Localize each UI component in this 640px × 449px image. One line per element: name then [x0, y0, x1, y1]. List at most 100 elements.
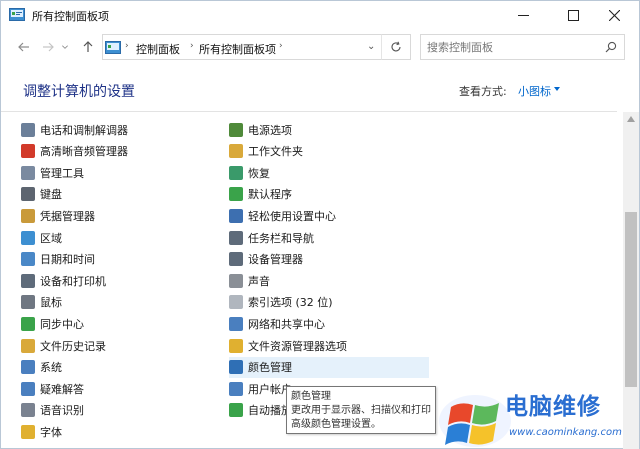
control-panel-small-icon [105, 41, 121, 54]
control-panel-icon [9, 8, 25, 21]
control-panel-item[interactable]: 电源选项 [229, 119, 429, 140]
watermark-text: 电脑维修 [505, 394, 601, 420]
control-panel-item[interactable]: 同步中心 [21, 313, 211, 334]
breadcrumb-all-items[interactable]: 所有控制面板项 [199, 41, 276, 57]
arrow-left-icon [18, 42, 29, 52]
caret-down-icon[interactable] [554, 87, 560, 91]
breadcrumb-separator-icon[interactable]: › [279, 41, 283, 51]
view-by-label: 查看方式: [459, 85, 507, 98]
scroll-up-button[interactable] [623, 112, 639, 126]
control-panel-item-label: 文件资源管理器选项 [248, 339, 347, 353]
minimize-button[interactable] [500, 1, 546, 29]
phone-modem-icon [21, 122, 35, 137]
header-divider [1, 111, 617, 112]
control-panel-item-label: 任务栏和导航 [248, 231, 314, 245]
control-panel-item-label: 设备管理器 [248, 253, 303, 267]
control-panel-item[interactable]: 区域 [21, 227, 211, 248]
control-panel-item[interactable]: 疑难解答 [21, 378, 211, 399]
control-panel-item[interactable]: 凭据管理器 [21, 205, 211, 226]
navigation-bar: › 控制面板 › 所有控制面板项 › ⌄ [1, 29, 639, 65]
control-panel-item-label: 键盘 [40, 188, 62, 202]
control-panel-item[interactable]: 语音识别 [21, 400, 211, 421]
recovery-icon [229, 165, 243, 180]
control-panel-item[interactable]: 字体 [21, 421, 211, 442]
control-panel-item[interactable]: 文件历史记录 [21, 335, 211, 356]
arrow-up-icon [83, 41, 93, 52]
control-panel-item[interactable]: 设备管理器 [229, 249, 429, 270]
control-panel-item-label: 文件历史记录 [40, 339, 106, 353]
arrow-right-icon [43, 42, 54, 52]
control-panel-item-label: 默认程序 [248, 188, 292, 202]
control-panel-item-label: 网络和共享中心 [248, 317, 325, 331]
control-panel-item[interactable]: 日期和时间 [21, 249, 211, 270]
admin-tools-icon [21, 165, 35, 180]
scrollbar-thumb[interactable] [625, 212, 637, 387]
mouse-icon [21, 295, 35, 310]
realtek-audio-icon [21, 144, 35, 159]
control-panel-item-label: 工作文件夹 [248, 145, 303, 159]
close-button[interactable] [591, 1, 637, 29]
control-panel-item[interactable]: 任务栏和导航 [229, 227, 429, 248]
control-panel-item-label: 同步中心 [40, 317, 84, 331]
control-panel-item[interactable]: 设备和打印机 [21, 270, 211, 291]
view-by-dropdown[interactable]: 小图标 [518, 83, 551, 99]
control-panel-item[interactable]: 颜色管理 [229, 356, 429, 378]
scroll-up-arrow-icon [627, 116, 635, 122]
search-box[interactable] [420, 34, 625, 60]
tooltip-line-2: 高级颜色管理设置。 [291, 419, 381, 430]
watermark-url: www.caominkang.com [509, 427, 622, 438]
control-panel-item[interactable]: 索引选项 (32 位) [229, 292, 429, 313]
control-panel-item-label: 系统 [40, 361, 62, 375]
credential-manager-icon [21, 208, 35, 223]
control-panel-item[interactable]: 轻松使用设置中心 [229, 205, 429, 226]
sound-icon [229, 273, 243, 288]
search-icon [605, 41, 617, 53]
control-panel-item[interactable]: 网络和共享中心 [229, 313, 429, 334]
control-panel-item[interactable]: 高清晰音频管理器 [21, 141, 211, 162]
tooltip-line-1: 更改用于显示器、扫描仪和打印 [291, 405, 431, 416]
color-management-icon [229, 360, 243, 375]
window-title: 所有控制面板项 [32, 10, 109, 23]
breadcrumb-separator-icon[interactable]: › [125, 41, 129, 51]
control-panel-item-label: 索引选项 (32 位) [248, 296, 333, 310]
control-panel-item-label: 轻松使用设置中心 [248, 209, 336, 223]
breadcrumb-control-panel[interactable]: 控制面板 [136, 41, 180, 57]
title-bar: 所有控制面板项 [1, 1, 639, 29]
control-panel-item-label: 区域 [40, 231, 62, 245]
control-panel-item-label: 电话和调制解调器 [40, 123, 128, 137]
breadcrumb-separator-icon[interactable]: › [190, 41, 194, 51]
keyboard-icon [21, 187, 35, 202]
address-bar[interactable]: › 控制面板 › 所有控制面板项 › ⌄ [102, 34, 411, 60]
control-panel-item-label: 声音 [248, 274, 270, 288]
control-panel-item[interactable]: 管理工具 [21, 162, 211, 183]
refresh-button[interactable] [381, 34, 411, 60]
maximize-icon [567, 9, 579, 21]
control-panel-item[interactable]: 文件资源管理器选项 [229, 335, 429, 356]
address-dropdown-icon[interactable]: ⌄ [367, 41, 375, 52]
recent-locations-button[interactable] [60, 38, 70, 56]
control-panel-item[interactable]: 默认程序 [229, 184, 429, 205]
control-panel-item[interactable]: 系统 [21, 357, 211, 378]
ease-of-access-icon [229, 208, 243, 223]
taskbar-navigation-icon [229, 230, 243, 245]
fonts-icon [21, 424, 35, 439]
sync-center-icon [21, 316, 35, 331]
control-panel-item-label: 设备和打印机 [40, 274, 106, 288]
control-panel-item[interactable]: 电话和调制解调器 [21, 119, 211, 140]
control-panel-item[interactable]: 鼠标 [21, 292, 211, 313]
control-panel-item[interactable]: 键盘 [21, 184, 211, 205]
up-button[interactable] [79, 38, 97, 56]
forward-button[interactable] [39, 38, 57, 56]
maximize-button[interactable] [550, 1, 596, 29]
power-options-icon [229, 122, 243, 137]
control-panel-item-label: 疑难解答 [40, 382, 84, 396]
back-button[interactable] [15, 38, 33, 56]
network-sharing-icon [229, 316, 243, 331]
control-panel-item[interactable]: 恢复 [229, 162, 429, 183]
search-input[interactable] [427, 39, 597, 55]
devices-printers-icon [21, 273, 35, 288]
control-panel-item-label: 字体 [40, 425, 62, 439]
control-panel-item[interactable]: 工作文件夹 [229, 141, 429, 162]
indexing-options-icon [229, 295, 243, 310]
control-panel-item[interactable]: 声音 [229, 270, 429, 291]
